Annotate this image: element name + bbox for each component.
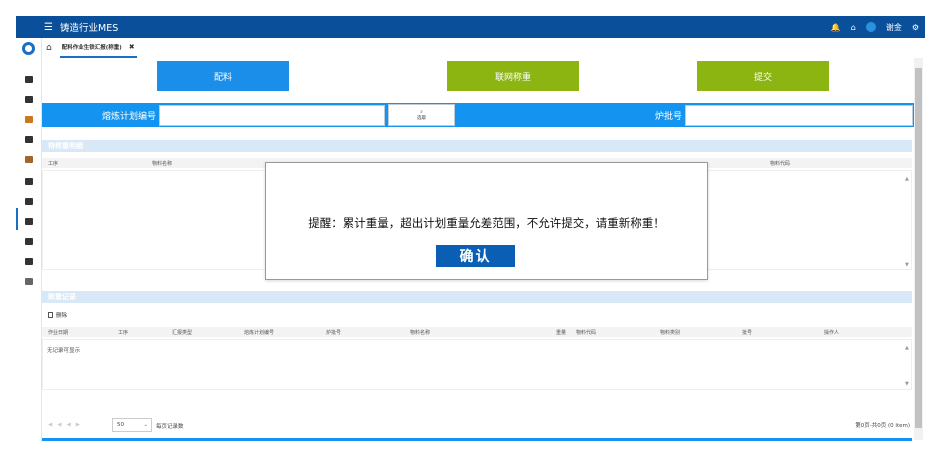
tab-bar: ⌂ 配料作业生铁汇报(称重) ✖ xyxy=(42,38,925,58)
col-material-name: 物料名称 xyxy=(152,161,173,167)
col-material-category: 物料类别 xyxy=(660,330,681,336)
sidebar-icon-6[interactable] xyxy=(25,178,33,185)
batching-button[interactable]: 配料 xyxy=(157,61,289,91)
tab-label: 配料作业生铁汇报(称重) xyxy=(61,45,122,51)
heat-number-input[interactable] xyxy=(685,105,913,126)
pager-info: 第0页-共0页 (0 item) xyxy=(855,423,910,429)
confirm-button[interactable]: 确认 xyxy=(436,245,515,267)
records-table-body xyxy=(42,339,912,390)
top-header: ☰ 铸造行业MES 🔔 ⌂ 谢金 ⚙ xyxy=(16,16,925,38)
pick-label: 选取 xyxy=(417,116,426,121)
records-table-header: 作业日期 工序 汇报类型 熔炼计划编号 炉批号 物料名称 重量 物料代码 物料类… xyxy=(42,327,912,337)
col-batch: 批号 xyxy=(742,330,753,336)
bottom-border xyxy=(42,438,912,441)
scroll-up-icon[interactable]: ▲ xyxy=(905,176,909,182)
settings-icon[interactable]: ⚙ xyxy=(912,23,919,32)
pending-section-title: 待称重明细 xyxy=(42,140,912,152)
col-operator: 操作人 xyxy=(824,330,840,336)
col-material-name: 物料名称 xyxy=(410,330,431,336)
home-icon[interactable]: ⌂ xyxy=(851,23,856,32)
plan-number-input[interactable] xyxy=(159,105,385,126)
close-icon[interactable]: ✖ xyxy=(129,43,135,51)
records-section-title: 称重记录 xyxy=(42,291,912,303)
col-material-code: 物料代码 xyxy=(576,330,597,336)
col-weight: 重量 xyxy=(556,330,567,336)
sidebar-active-indicator xyxy=(16,208,18,230)
col-date: 作业日期 xyxy=(48,330,69,336)
delete-button[interactable]: 删除 xyxy=(48,311,67,319)
col-heat-number: 炉批号 xyxy=(326,330,342,336)
home-tab-icon[interactable]: ⌂ xyxy=(46,43,52,53)
menu-icon[interactable]: ☰ xyxy=(44,22,58,33)
tab-batching-report[interactable]: 配料作业生铁汇报(称重) ✖ xyxy=(59,38,137,58)
empty-message: 无记录可显示 xyxy=(47,348,81,354)
page-scrollbar[interactable] xyxy=(914,58,923,440)
chevron-down-icon: ⌄ xyxy=(143,422,148,428)
avatar[interactable] xyxy=(865,22,876,32)
sidebar-icon-10[interactable] xyxy=(25,258,33,265)
alert-message: 提醒：累计重量，超出计划重量允差范围，不允许提交，请重新称重！ xyxy=(308,216,665,230)
pager-nav-icons[interactable]: ◀◀◀▶ xyxy=(48,422,85,428)
col-report-type: 汇报类型 xyxy=(172,330,193,336)
sidebar-icon-2[interactable] xyxy=(25,96,33,103)
user-name[interactable]: 谢金 xyxy=(886,22,902,33)
bell-icon[interactable]: 🔔 xyxy=(831,23,841,32)
search-form: 熔炼计划编号 ⌕ 选取 炉批号 xyxy=(42,103,914,127)
sidebar-icon-4[interactable] xyxy=(25,136,33,143)
sidebar-icon-1[interactable] xyxy=(25,76,33,83)
delete-label: 删除 xyxy=(56,313,68,319)
submit-button[interactable]: 提交 xyxy=(697,61,829,91)
app-title: 铸造行业MES xyxy=(60,23,119,34)
plan-number-label: 熔炼计划编号 xyxy=(102,112,157,122)
col-process: 工序 xyxy=(48,161,59,167)
records-scroll-up-icon[interactable]: ▲ xyxy=(905,345,909,351)
per-page-label: 每页记录数 xyxy=(156,424,184,430)
sidebar-icon-9[interactable] xyxy=(25,238,33,245)
heat-number-label: 炉批号 xyxy=(655,112,683,122)
sidebar-icon-7[interactable] xyxy=(25,198,33,205)
page-size-select[interactable]: 50 ⌄ xyxy=(112,418,152,432)
records-scroll-down-icon[interactable]: ▼ xyxy=(905,381,909,387)
network-weigh-button[interactable]: 联网称重 xyxy=(447,61,579,91)
scroll-down-icon[interactable]: ▼ xyxy=(905,262,909,268)
sidebar xyxy=(16,38,42,442)
sidebar-icon-8[interactable] xyxy=(25,218,33,225)
page-size-value: 50 xyxy=(117,422,124,428)
scrollbar-thumb[interactable] xyxy=(915,68,922,428)
sidebar-icon-11[interactable] xyxy=(25,278,33,285)
pagination: ◀◀◀▶ 50 ⌄ 每页记录数 第0页-共0页 (0 item) xyxy=(42,414,912,436)
logo-icon xyxy=(22,42,35,55)
pick-button[interactable]: ⌕ 选取 xyxy=(388,104,455,126)
col-process: 工序 xyxy=(118,330,129,336)
sidebar-icon-3[interactable] xyxy=(25,116,33,123)
alert-dialog: 提醒：累计重量，超出计划重量允差范围，不允许提交，请重新称重！ 确认 xyxy=(265,162,708,280)
header-actions: 🔔 ⌂ 谢金 ⚙ xyxy=(831,22,919,33)
col-material-code: 物料代码 xyxy=(770,161,791,167)
col-plan-number: 熔炼计划编号 xyxy=(244,330,275,336)
sidebar-icon-5[interactable] xyxy=(25,156,33,163)
trash-icon xyxy=(48,312,53,318)
